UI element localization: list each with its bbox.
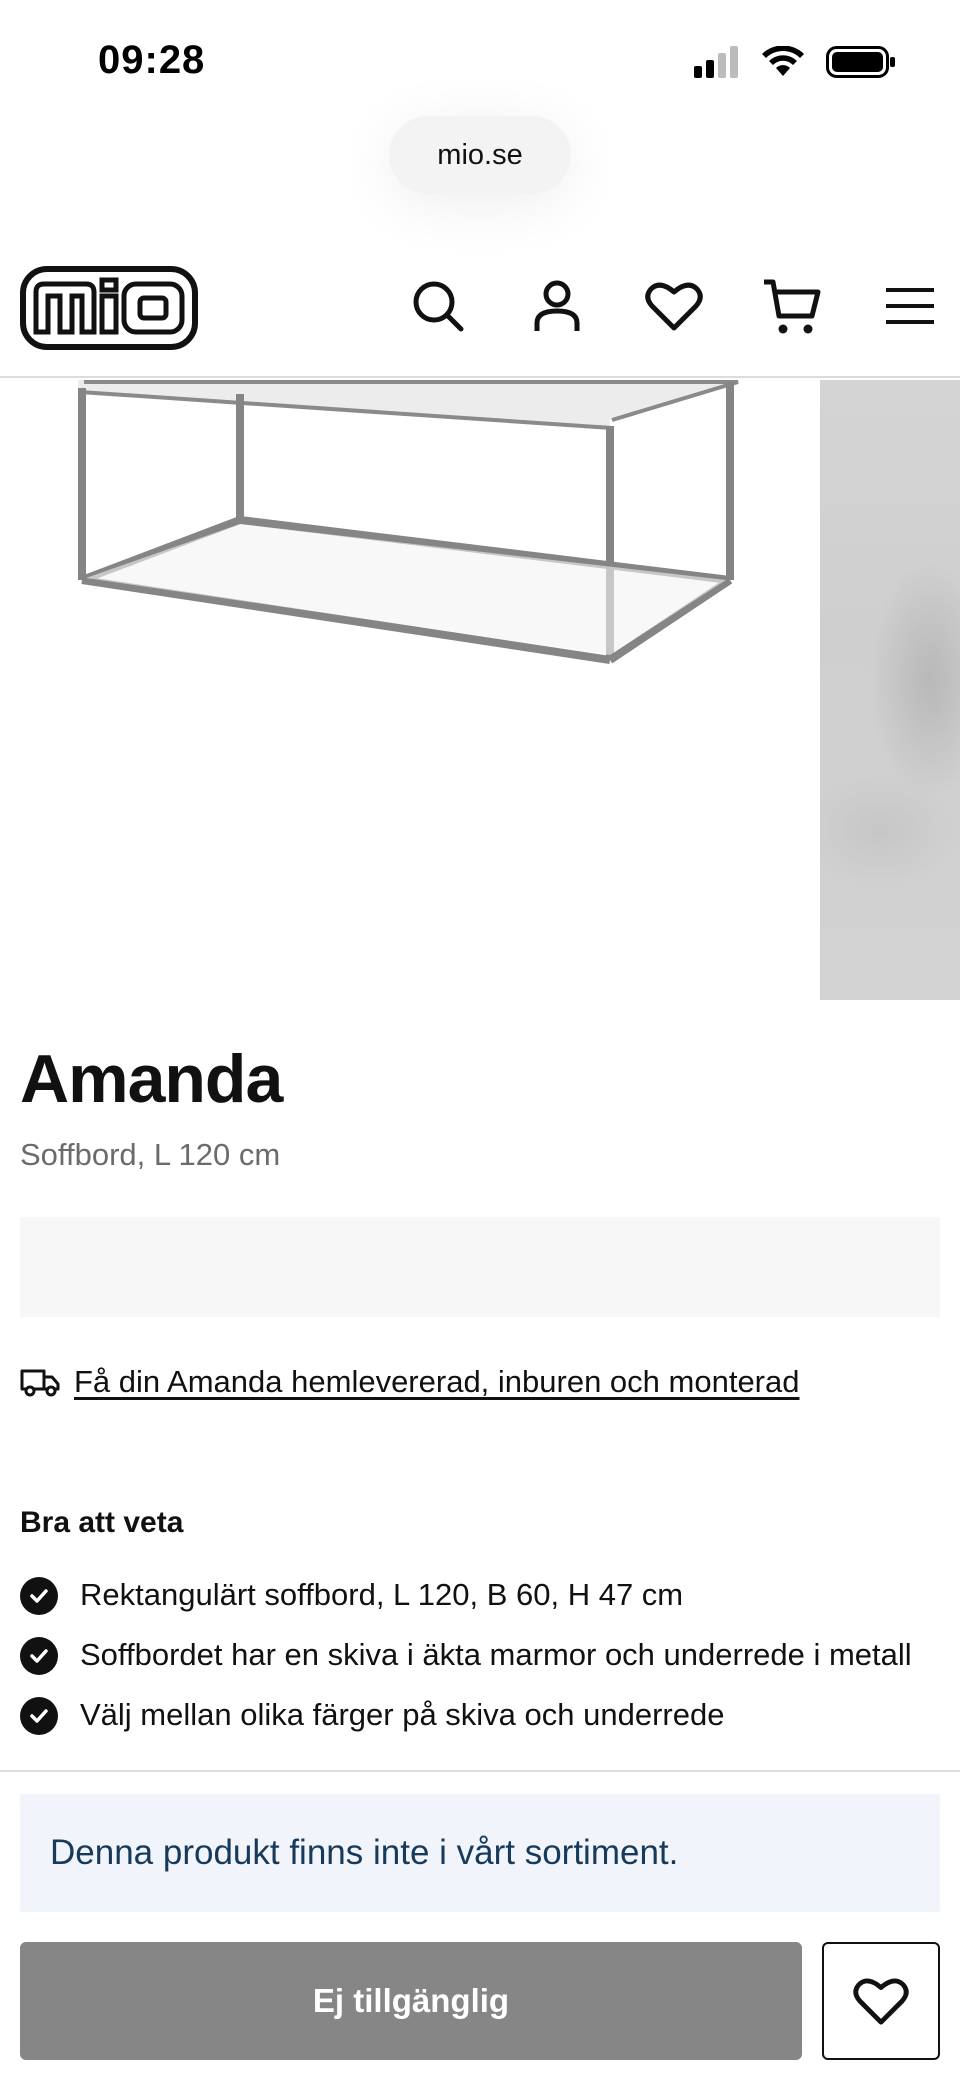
product-subtitle: Soffbord, L 120 cm xyxy=(20,1137,281,1172)
address-bar-url: mio.se xyxy=(437,138,523,171)
add-to-wishlist-button[interactable] xyxy=(822,1942,940,2060)
feature-text: Rektangulärt soffbord, L 120, B 60, H 47… xyxy=(80,1577,684,1612)
feature-list: Rektangulärt soffbord, L 120, B 60, H 47… xyxy=(20,1570,920,1750)
search-icon xyxy=(413,281,464,332)
good-to-know-heading: Bra att veta xyxy=(20,1506,184,1539)
list-item: Rektangulärt soffbord, L 120, B 60, H 47… xyxy=(20,1570,920,1620)
check-icon xyxy=(20,1577,58,1615)
unavailable-button[interactable]: Ej tillgänglig xyxy=(20,1942,802,2060)
menu-icon xyxy=(886,288,934,324)
heart-icon xyxy=(853,1978,909,2025)
cart-icon xyxy=(764,279,821,334)
menu-button[interactable] xyxy=(880,276,940,336)
address-bar[interactable]: mio.se xyxy=(389,116,571,194)
product-image xyxy=(78,380,739,664)
list-item: Soffbordet har en skiva i äkta marmor oc… xyxy=(20,1630,920,1680)
status-time: 09:28 xyxy=(98,38,206,82)
signal-icon xyxy=(694,46,738,78)
account-button[interactable] xyxy=(527,276,587,336)
feature-text: Soffbordet har en skiva i äkta marmor oc… xyxy=(80,1637,912,1672)
wishlist-button[interactable] xyxy=(644,276,704,336)
list-item: Välj mellan olika färger på skiva och un… xyxy=(20,1690,920,1740)
product-title: Amanda xyxy=(20,1041,283,1117)
delivery-link[interactable]: Få din Amanda hemlevererad, inburen och … xyxy=(74,1364,800,1400)
availability-notice-text: Denna produkt finns inte i vårt sortimen… xyxy=(50,1833,679,1872)
site-header xyxy=(0,262,960,378)
product-gallery[interactable] xyxy=(0,380,960,1000)
material-swatch-image[interactable] xyxy=(820,380,960,1000)
heart-icon xyxy=(645,282,703,331)
wifi-icon xyxy=(762,46,804,76)
check-icon xyxy=(20,1637,58,1675)
delivery-info[interactable]: Få din Amanda hemlevererad, inburen och … xyxy=(20,1364,800,1400)
check-icon xyxy=(20,1697,58,1735)
battery-icon xyxy=(826,46,895,78)
availability-notice: Denna produkt finns inte i vårt sortimen… xyxy=(20,1794,940,1912)
truck-icon xyxy=(20,1369,60,1397)
account-icon xyxy=(534,280,580,331)
status-bar: 09:28 xyxy=(0,0,960,110)
price-placeholder xyxy=(20,1217,940,1317)
cart-button[interactable] xyxy=(762,276,822,336)
status-icons xyxy=(694,46,896,78)
mio-logo[interactable] xyxy=(20,266,198,350)
search-button[interactable] xyxy=(408,276,468,336)
feature-text: Välj mellan olika färger på skiva och un… xyxy=(80,1697,725,1732)
sticky-purchase-bar: Denna produkt finns inte i vårt sortimen… xyxy=(0,1770,960,2078)
